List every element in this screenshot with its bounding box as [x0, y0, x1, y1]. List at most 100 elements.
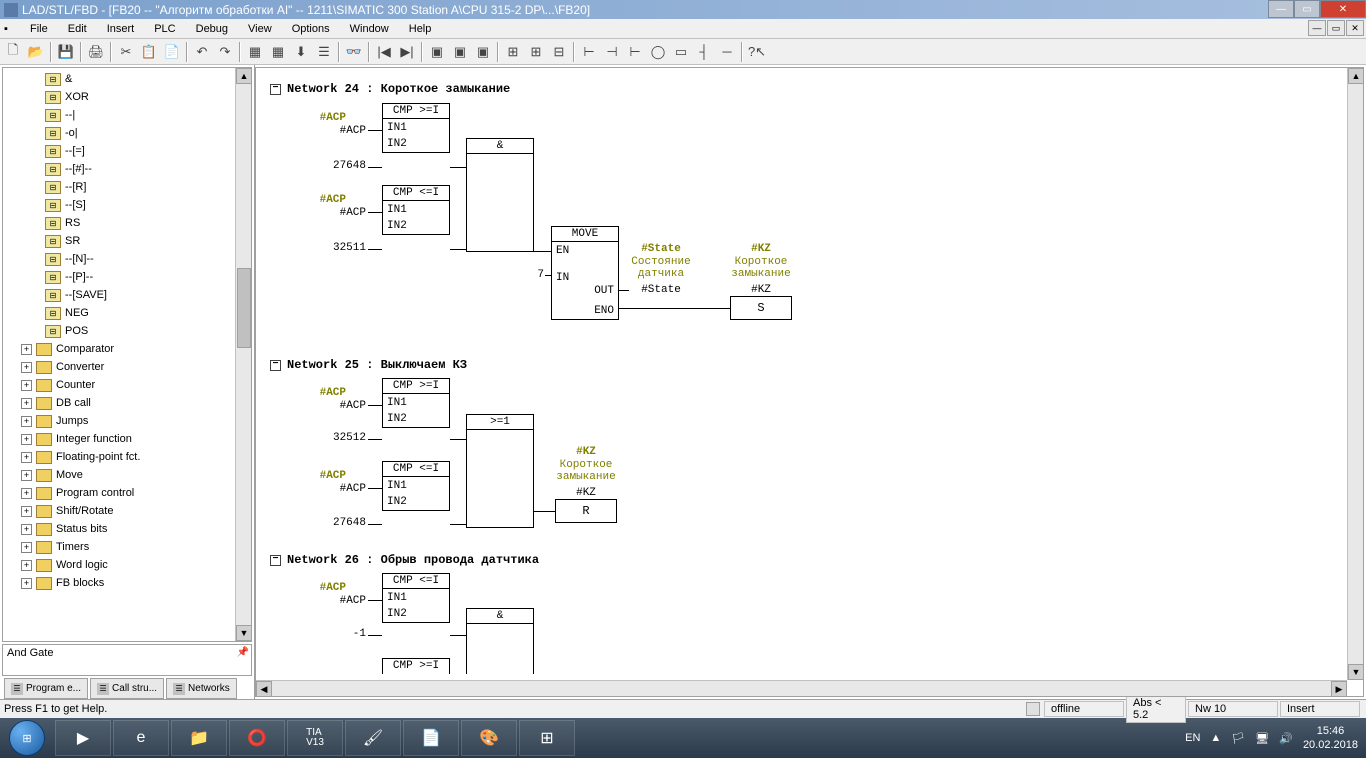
tree-item[interactable]: ⊟--[P]-- — [3, 268, 235, 286]
menu-edit[interactable]: Edit — [58, 21, 97, 37]
tree-item[interactable]: ⊟--[=] — [3, 142, 235, 160]
menu-window[interactable]: Window — [340, 21, 399, 37]
menu-view[interactable]: View — [238, 21, 282, 37]
task-app-1[interactable]: ▶ — [55, 720, 111, 756]
expand-icon[interactable]: + — [21, 488, 32, 499]
tree-item[interactable]: ⊟--[S] — [3, 196, 235, 214]
tab-callstru[interactable]: ☰Call stru... — [90, 678, 164, 699]
editor-area[interactable]: − Network 24 : Короткое замыкание CMP >=… — [255, 67, 1364, 697]
tb-icon-2[interactable]: ▦ — [267, 41, 289, 63]
scroll-thumb[interactable] — [237, 268, 251, 348]
new-button[interactable]: 🗋 — [2, 41, 24, 63]
close-button[interactable]: ✕ — [1320, 0, 1366, 18]
expand-icon[interactable]: + — [21, 380, 32, 391]
tree-item[interactable]: +Counter — [3, 376, 235, 394]
r-coil[interactable]: R — [555, 499, 617, 523]
network-26-header[interactable]: − Network 26 : Обрыв провода датчтика — [270, 553, 539, 567]
collapse-icon[interactable]: − — [270, 555, 281, 566]
task-app-5[interactable]: TIAV13 — [287, 720, 343, 756]
expand-icon[interactable]: + — [21, 470, 32, 481]
expand-icon[interactable]: + — [21, 434, 32, 445]
contact-button-1[interactable]: ⊢ — [578, 41, 600, 63]
expand-icon[interactable]: + — [21, 524, 32, 535]
expand-icon[interactable]: + — [21, 578, 32, 589]
contact-button-2[interactable]: ⊣ — [601, 41, 623, 63]
task-app-9[interactable]: ⊞ — [519, 720, 575, 756]
print-button[interactable]: 🖨 — [85, 41, 107, 63]
network-button-2[interactable]: ⊞ — [525, 41, 547, 63]
collapse-icon[interactable]: − — [270, 360, 281, 371]
maximize-button[interactable]: ▭ — [1294, 0, 1320, 18]
mdi-restore[interactable]: ▭ — [1327, 20, 1345, 36]
open-button[interactable]: 📂 — [25, 41, 47, 63]
tree-item[interactable]: +Move — [3, 466, 235, 484]
contact-button-3[interactable]: ⊢ — [624, 41, 646, 63]
clock[interactable]: 15:46 20.02.2018 — [1303, 724, 1358, 753]
tree-item[interactable]: ⊟XOR — [3, 88, 235, 106]
s-coil[interactable]: S — [730, 296, 792, 320]
expand-icon[interactable]: + — [21, 452, 32, 463]
language-indicator[interactable]: EN — [1185, 732, 1200, 744]
tab-networks[interactable]: ☰Networks — [166, 678, 237, 699]
tree-item[interactable]: ⊟--[SAVE] — [3, 286, 235, 304]
tree-item[interactable]: ⊟--[#]-- — [3, 160, 235, 178]
scroll-up-icon[interactable]: ▲ — [236, 68, 252, 84]
scroll-up-icon[interactable]: ▲ — [1348, 68, 1364, 84]
element-tree[interactable]: ⊟&⊟XOR⊟--|⊟-o|⊟--[=]⊟--[#]--⊟--[R]⊟--[S]… — [2, 67, 252, 642]
task-app-4[interactable]: ⭕ — [229, 720, 285, 756]
tb-icon-1[interactable]: ▦ — [244, 41, 266, 63]
goto-end-button[interactable]: ▶| — [396, 41, 418, 63]
download-button[interactable]: ⬇ — [290, 41, 312, 63]
scroll-left-icon[interactable]: ◀ — [256, 681, 272, 697]
or-block[interactable]: >=1 — [466, 414, 534, 528]
tree-item[interactable]: ⊟-o| — [3, 124, 235, 142]
tree-item[interactable]: +Converter — [3, 358, 235, 376]
tb-icon-3[interactable]: ☰ — [313, 41, 335, 63]
menu-options[interactable]: Options — [282, 21, 340, 37]
tree-item[interactable]: +Jumps — [3, 412, 235, 430]
tree-item[interactable]: +Comparator — [3, 340, 235, 358]
start-button[interactable]: ⊞ — [0, 718, 54, 758]
minimize-button[interactable]: — — [1268, 0, 1294, 18]
cmp-lei-block[interactable]: CMP <=I IN1 IN2 — [382, 461, 450, 511]
tree-item[interactable]: +FB blocks — [3, 574, 235, 592]
block-button-3[interactable]: ▣ — [472, 41, 494, 63]
network-24-header[interactable]: − Network 24 : Короткое замыкание — [270, 82, 510, 96]
tree-item[interactable]: +DB call — [3, 394, 235, 412]
cmp-lei-block[interactable]: CMP <=I IN1 IN2 — [382, 573, 450, 623]
save-button[interactable]: 💾 — [55, 41, 77, 63]
tree-item[interactable]: +Shift/Rotate — [3, 502, 235, 520]
tray-expand-icon[interactable]: ▲ — [1210, 732, 1221, 744]
cmp-gei-block[interactable]: CMP >=I IN1 IN2 — [382, 103, 450, 153]
mdi-close[interactable]: ✕ — [1346, 20, 1364, 36]
cmp-gei-block[interactable]: CMP >=I — [382, 658, 450, 674]
move-block[interactable]: MOVE EN IN OUT ENO — [551, 226, 619, 320]
scroll-down-icon[interactable]: ▼ — [236, 625, 252, 641]
branch-button[interactable]: ┤ — [693, 41, 715, 63]
cut-button[interactable]: ✂ — [115, 41, 137, 63]
copy-button[interactable]: 📋 — [138, 41, 160, 63]
scroll-right-icon[interactable]: ▶ — [1331, 681, 1347, 697]
block-button-2[interactable]: ▣ — [449, 41, 471, 63]
tree-item[interactable]: ⊟--| — [3, 106, 235, 124]
task-app-7[interactable]: 📄 — [403, 720, 459, 756]
menu-insert[interactable]: Insert — [97, 21, 145, 37]
tree-item[interactable]: +Integer function — [3, 430, 235, 448]
flag-icon[interactable]: 🏳 — [1231, 732, 1245, 745]
tree-item[interactable]: +Status bits — [3, 520, 235, 538]
coil-button-2[interactable]: ▭ — [670, 41, 692, 63]
expand-icon[interactable]: + — [21, 344, 32, 355]
tree-item[interactable]: ⊟--[R] — [3, 178, 235, 196]
expand-icon[interactable]: + — [21, 560, 32, 571]
tree-item[interactable]: ⊟RS — [3, 214, 235, 232]
cmp-gei-block[interactable]: CMP >=I IN1 IN2 — [382, 378, 450, 428]
coil-button-1[interactable]: ◯ — [647, 41, 669, 63]
tree-item[interactable]: +Floating-point fct. — [3, 448, 235, 466]
monitor-button[interactable]: 👓 — [343, 41, 365, 63]
expand-icon[interactable]: + — [21, 398, 32, 409]
tree-scrollbar[interactable]: ▲ ▼ — [235, 68, 251, 641]
network-25-header[interactable]: − Network 25 : Выключаем КЗ — [270, 358, 467, 372]
menu-help[interactable]: Help — [399, 21, 442, 37]
and-block[interactable]: & — [466, 608, 534, 674]
tree-item[interactable]: ⊟--[N]-- — [3, 250, 235, 268]
